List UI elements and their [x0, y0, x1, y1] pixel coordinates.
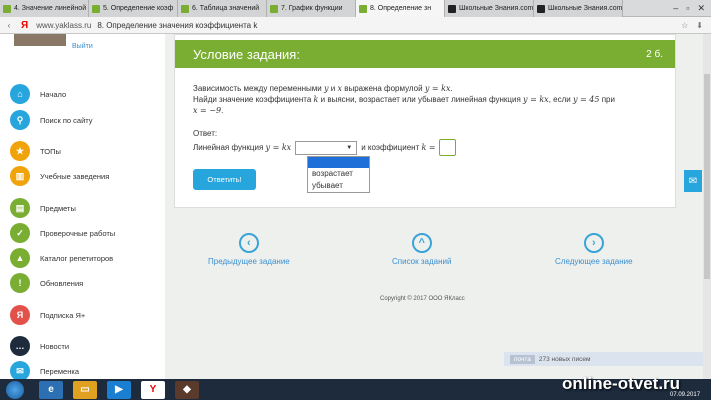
watermark: online-otvet.ru — [562, 374, 681, 393]
school-icon: ▥ — [10, 166, 30, 186]
sidebar-item-tops[interactable]: ★ ТОПы — [10, 140, 61, 162]
prev-task-link[interactable]: ‹ Предыдущее задание — [208, 233, 290, 266]
dropdown-option-decreasing[interactable]: убывает — [308, 180, 369, 192]
next-task-link[interactable]: › Следующее задание — [555, 233, 633, 266]
maximize-icon[interactable]: ▫ — [686, 3, 689, 13]
chat-icon: … — [10, 336, 30, 356]
avatar[interactable] — [14, 34, 66, 46]
task-list-link[interactable]: ^ Список заданий — [392, 233, 451, 266]
logout-link[interactable]: Выйти — [72, 43, 93, 50]
sidebar-item-schools[interactable]: ▥ Учебные заведения — [10, 165, 109, 187]
browser-tab-active[interactable]: 8. Определение зн — [356, 0, 445, 17]
znanija-favicon-icon — [537, 4, 545, 13]
window-controls: – ▫ ✕ — [673, 0, 711, 16]
download-icon[interactable]: ⬇ — [696, 21, 703, 30]
yandex-browser-icon[interactable]: Y — [141, 380, 165, 399]
answer-row: Линейная функция y = kx ▼ и коэффициент … — [193, 139, 456, 156]
task-condition: Зависимость между переменными y и x выра… — [193, 84, 615, 115]
browser-tab[interactable]: 7. График функции — [267, 0, 356, 17]
taskbar-date: 07.09.2017 — [670, 392, 701, 398]
sidebar-item-tests[interactable]: ✓ Проверочные работы — [10, 222, 115, 244]
browser-tab[interactable]: Школьные Знания.com — [534, 0, 623, 17]
task-header: Условие задания: 2 б. — [175, 40, 675, 68]
browser-tab[interactable]: 6. Таблица значений — [178, 0, 267, 17]
info-icon: ! — [10, 273, 30, 293]
media-player-icon[interactable]: ▶ — [107, 380, 131, 399]
cap-icon: ▲ — [10, 248, 30, 268]
browser-tab[interactable]: 4. Значение линейной — [0, 0, 89, 17]
yaklass-favicon-icon — [3, 4, 11, 13]
home-icon: ⌂ — [10, 84, 30, 104]
check-icon: ✓ — [10, 223, 30, 243]
dropdown-option-empty[interactable] — [308, 157, 369, 168]
plus-icon: Я — [10, 305, 30, 325]
browser-tab[interactable]: Школьные Знания.com — [445, 0, 534, 17]
dropdown-option-increasing[interactable]: возрастает — [308, 168, 369, 180]
sidebar-item-subjects[interactable]: ▤ Предметы — [10, 197, 76, 219]
book-icon: ▤ — [10, 198, 30, 218]
close-icon[interactable]: ✕ — [697, 3, 705, 14]
game-icon[interactable]: ◆ — [175, 380, 199, 399]
sidebar: Выйти ⌂ Начало ⚲ Поиск по сайту ★ ТОПы ▥ Уче… — [0, 34, 165, 381]
browser-tab-bar: 4. Значение линейной 5. Определение коэф… — [0, 0, 711, 17]
scrollbar[interactable] — [703, 34, 711, 379]
star-icon: ★ — [10, 141, 30, 161]
page-title-text: 8. Определение значения коэффициента k — [97, 20, 258, 30]
feedback-mail-icon[interactable]: ✉ — [684, 170, 702, 192]
mail-notification[interactable]: почта 273 новых писем — [504, 352, 708, 366]
yaklass-favicon-icon — [92, 4, 100, 13]
arrow-up-icon: ^ — [411, 233, 432, 253]
scrollbar-thumb[interactable] — [704, 74, 710, 279]
browser-tab[interactable]: 5. Определение коэф — [89, 0, 178, 17]
mail-icon: ✉ — [10, 361, 30, 381]
sidebar-item-news[interactable]: … Новости — [10, 335, 69, 357]
task-panel: Условие задания: 2 б. Зависимость между … — [174, 34, 676, 208]
sidebar-item-subscription[interactable]: Я Подписка Я+ — [10, 304, 85, 326]
submit-button[interactable]: Ответить! — [193, 169, 256, 190]
coefficient-input[interactable] — [438, 139, 456, 156]
sidebar-item-home[interactable]: ⌂ Начало — [10, 83, 66, 105]
sidebar-item-updates[interactable]: ! Обновления — [10, 272, 83, 294]
arrow-right-icon: › — [583, 233, 604, 253]
minimize-icon[interactable]: – — [673, 3, 678, 13]
yaklass-favicon-icon — [270, 4, 278, 13]
ie-icon[interactable]: e — [39, 380, 63, 399]
back-icon[interactable]: ‹ — [3, 21, 15, 30]
url-text[interactable]: www.yaklass.ru — [36, 21, 91, 30]
arrow-left-icon: ‹ — [238, 233, 259, 253]
znanija-favicon-icon — [448, 4, 456, 13]
yaklass-favicon-icon — [181, 4, 189, 13]
mail-badge: почта — [510, 354, 535, 364]
bookmark-star-icon[interactable]: ☆ — [681, 21, 688, 30]
task-title: Условие задания: — [193, 46, 300, 62]
folder-icon[interactable]: ▭ — [73, 380, 97, 399]
dropdown-arrow-icon: ▼ — [346, 144, 353, 151]
trend-select[interactable]: ▼ — [295, 140, 358, 155]
task-points: 2 б. — [646, 48, 663, 60]
sidebar-item-tutors[interactable]: ▲ Каталог репетиторов — [10, 247, 113, 269]
address-bar: ‹ Я www.yaklass.ru 8. Определение значен… — [0, 17, 711, 34]
copyright: Copyright © 2017 ООО ЯКласс — [380, 296, 465, 302]
search-icon: ⚲ — [10, 110, 30, 130]
yandex-logo-icon[interactable]: Я — [21, 20, 28, 31]
trend-dropdown-list: возрастает убывает — [307, 156, 370, 193]
yaklass-favicon-icon — [359, 4, 367, 13]
answer-label: Ответ: — [193, 129, 218, 138]
sidebar-item-search[interactable]: ⚲ Поиск по сайту — [10, 109, 93, 131]
start-button-icon[interactable] — [6, 380, 24, 399]
